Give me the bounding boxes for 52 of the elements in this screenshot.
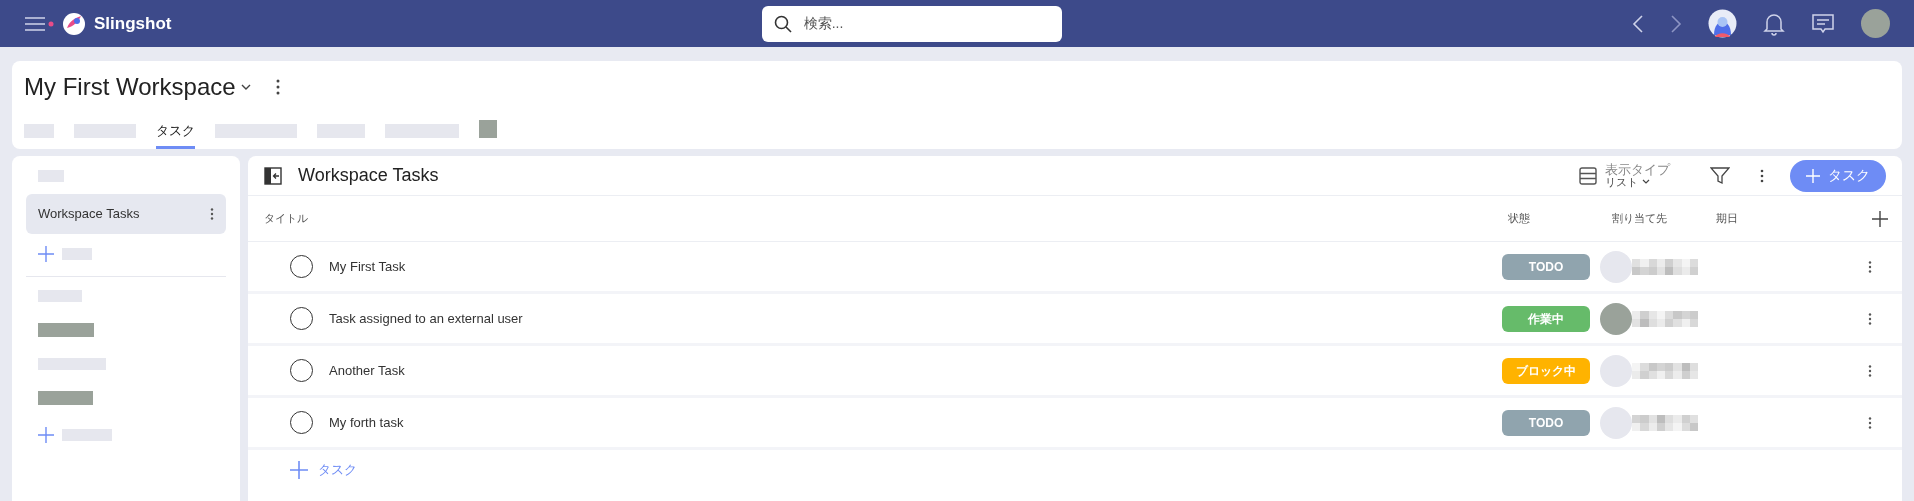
column-header: 期日: [1716, 211, 1739, 227]
blurred-name: [1632, 310, 1698, 327]
chat-icon[interactable]: [1811, 12, 1835, 35]
filter-icon[interactable]: [1710, 166, 1730, 185]
plus-icon: [38, 246, 54, 262]
table-row[interactable]: Task assigned to an external user 作業中: [248, 294, 1902, 346]
menu-icon[interactable]: [24, 15, 54, 32]
search-icon: [773, 14, 792, 33]
bell-icon[interactable]: [1763, 11, 1785, 36]
search-input[interactable]: 検索...: [803, 13, 1050, 34]
task-title: My First Task: [329, 257, 406, 276]
plus-icon: [1806, 168, 1820, 183]
chevron-down-icon: [1642, 179, 1650, 186]
forward-icon[interactable]: [1670, 13, 1682, 34]
view-type-selector[interactable]: 表示タイプ リスト: [1579, 162, 1670, 189]
more-icon[interactable]: [1868, 364, 1872, 377]
plus-icon: [38, 427, 54, 443]
add-column-icon[interactable]: [1872, 210, 1888, 227]
app-name: Slingshot: [94, 12, 172, 35]
task-title: Another Task: [329, 361, 405, 380]
more-icon[interactable]: [275, 79, 280, 95]
more-icon[interactable]: [1868, 260, 1872, 273]
plus-icon: [290, 461, 308, 479]
blurred-name: [1632, 258, 1698, 275]
more-icon[interactable]: [1760, 168, 1764, 183]
column-header: 割り当て先: [1611, 211, 1668, 227]
column-header: 状態: [1507, 211, 1531, 227]
logo-icon: [62, 11, 86, 36]
avatar-icon[interactable]: [1708, 9, 1737, 38]
workspace-title: My First Workspace: [24, 72, 236, 102]
back-icon[interactable]: [1632, 13, 1644, 34]
table-row[interactable]: My First Task TODO: [248, 242, 1902, 294]
more-icon[interactable]: [210, 208, 214, 220]
task-title: My forth task: [329, 413, 404, 432]
user-avatar[interactable]: [1861, 9, 1890, 38]
collapse-panel-icon[interactable]: [264, 166, 282, 185]
chevron-down-icon[interactable]: [239, 83, 252, 91]
redacted-label: [62, 429, 112, 441]
tab[interactable]: タスク: [156, 111, 195, 149]
more-icon[interactable]: [1868, 312, 1872, 325]
sidebar-item[interactable]: Workspace Tasks: [26, 194, 226, 234]
search-field[interactable]: 検索...: [761, 5, 1062, 42]
table-row[interactable]: Another Task ブロック中: [248, 346, 1902, 398]
list-icon: [1579, 166, 1597, 185]
redacted-label: [62, 248, 92, 260]
blurred-name: [1632, 362, 1698, 379]
task-title: Task assigned to an external user: [329, 309, 523, 328]
table-row[interactable]: My forth task TODO: [248, 398, 1902, 450]
column-header: タイトル: [263, 211, 309, 227]
panel-title: Workspace Tasks: [298, 164, 439, 187]
more-icon[interactable]: [1868, 416, 1872, 429]
blurred-name: [1632, 414, 1698, 431]
